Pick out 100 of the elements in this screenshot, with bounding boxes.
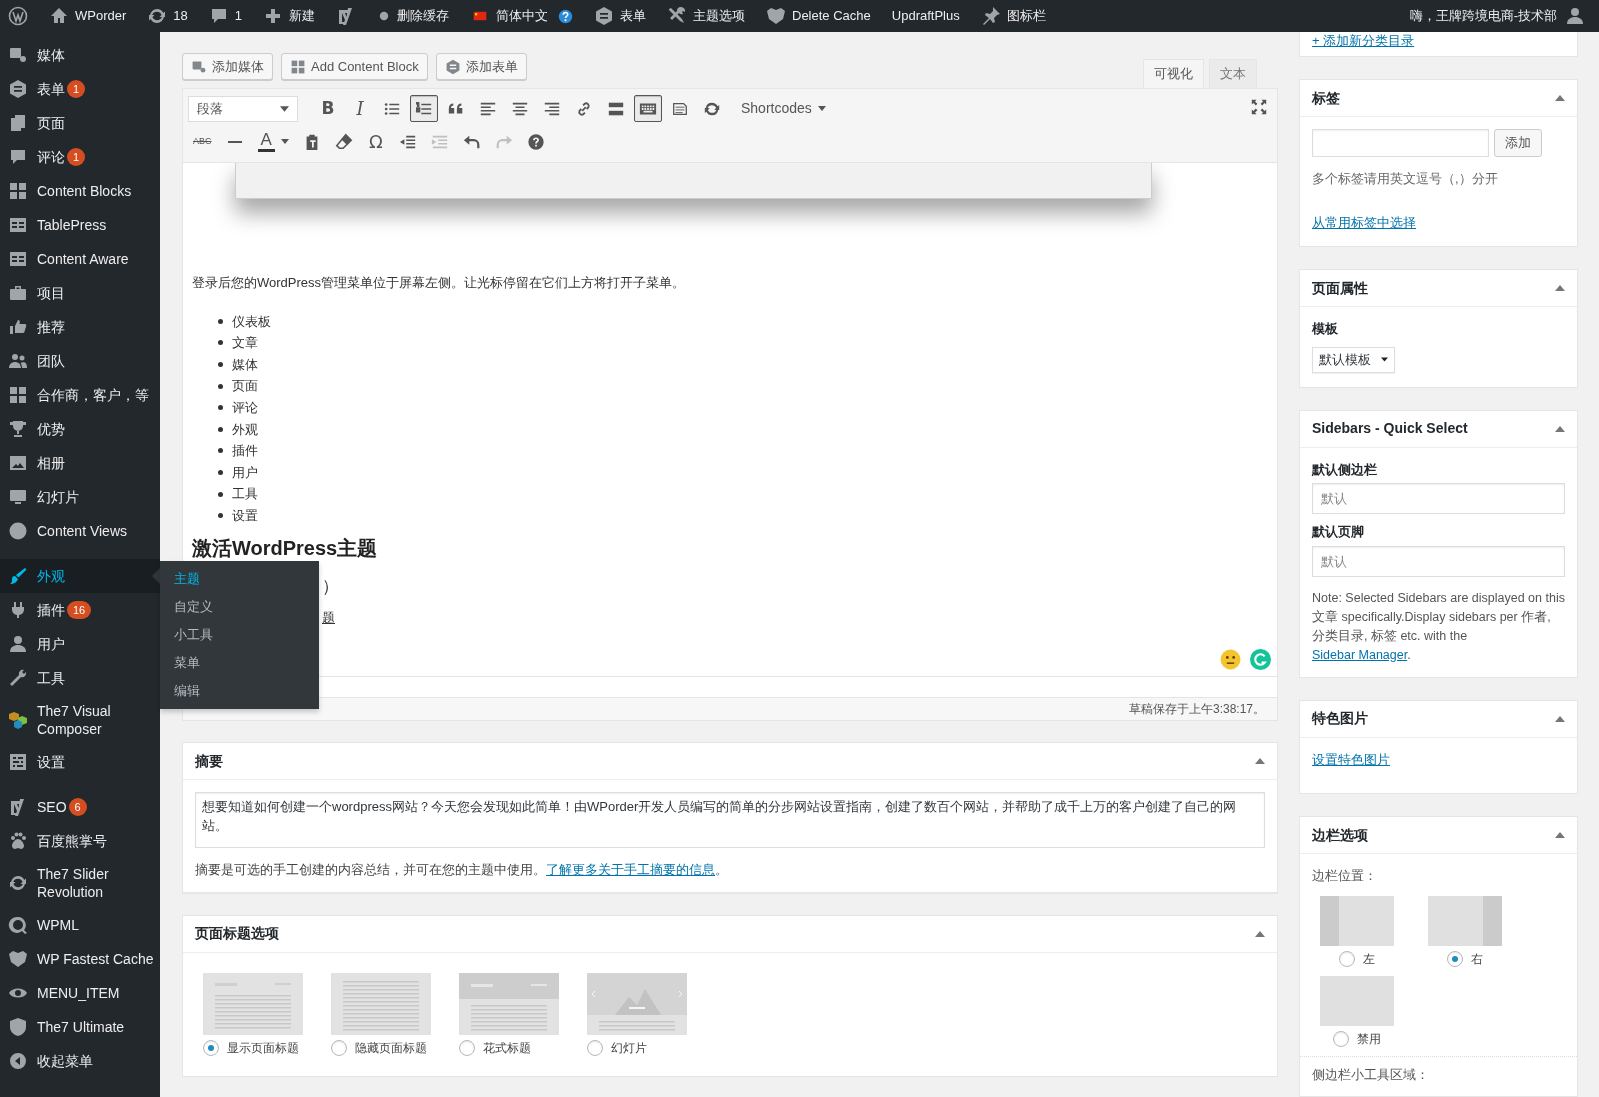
template-select[interactable]: 默认模板 [1312,346,1395,373]
admin-bar-link[interactable]: UpdraftPlus [891,6,960,26]
sidebar-note: Note: Selected Sidebars are displayed on this 文章 specifically.Display sidebars per 作者, 分类目录, 标签 etc. with the Sidebar Manager. [1312,589,1565,664]
sidebar-item[interactable]: 收起菜单 [0,1044,160,1078]
fullscreen-icon[interactable] [1251,99,1267,115]
sidebar-item[interactable]: WPML [0,908,160,942]
radio-button[interactable] [1333,1030,1349,1047]
sidebar-item[interactable]: 推荐 [0,310,160,344]
choose-tags-link[interactable]: 从常用标签中选择 [1312,212,1565,232]
admin-bar-link[interactable]: WPorder [75,6,127,26]
submenu-item[interactable]: 自定义 [160,593,319,621]
radio-button[interactable] [459,1039,475,1056]
toolbar-button[interactable]: I [346,95,374,122]
toggle-arrow-icon[interactable] [1555,285,1565,291]
sidebar-item[interactable]: 插件 16 [0,593,160,627]
toggle-arrow-icon[interactable] [1555,95,1565,101]
sidebar-item[interactable]: 用户 [0,627,160,661]
radio-button[interactable] [587,1039,603,1056]
submenu-item[interactable]: 编辑 [160,677,319,705]
sidebar-item[interactable]: SEO 6 [0,790,160,824]
add-tag-button[interactable]: 添加 [1494,129,1542,157]
submenu-item[interactable]: 菜单 [160,649,319,677]
sidebar-item[interactable]: 评论 1 [0,140,160,174]
radio-button[interactable] [203,1039,219,1056]
radio-button[interactable] [1339,950,1355,967]
hexagon-icon [444,58,461,75]
sidebar-item[interactable]: 外观 [0,559,160,593]
excerpt-field[interactable]: 想要知道如何创建一个wordpress网站？今天您会发现如此简单！由WPorder开发人员编写的简单的分步网站设置指南，创建了数百个网站，并帮助了成千上万的客户创建了自己的网站。 [195,792,1265,848]
status-dot-icon [377,9,391,23]
admin-bar-link[interactable]: 表单 [620,6,646,26]
toolbar-button[interactable]: B [314,95,342,122]
paragraph: 登录后您的WordPress管理菜单位于屏幕左侧。让光标停留在它们上方将打开子菜单。 [192,274,687,292]
sidebar-item[interactable]: 页面 [0,106,160,140]
editor-tab[interactable]: 文本 [1209,59,1257,88]
account-link[interactable]: 嗨，王牌跨境电商-技术部 [1409,6,1557,26]
table-icon [8,215,28,235]
toggle-arrow-icon[interactable] [1555,832,1565,838]
help-link[interactable]: 了解更多关于手工摘要的信息 [546,862,715,877]
editor-tab[interactable]: 可视化 [1143,59,1204,88]
radio-button[interactable] [1447,950,1463,967]
sidebar-item[interactable]: The7 Slider Revolution [0,858,160,908]
sidebar-item[interactable]: 设置 [0,745,160,779]
toggle-arrow-icon[interactable] [1555,425,1565,432]
sidebar-field[interactable]: 默认 [1312,483,1565,514]
sidebar-item[interactable]: 媒体 [0,38,160,72]
radio-button[interactable] [331,1039,347,1056]
sidebar-item[interactable]: Content Aware [0,242,160,276]
sidebar-item[interactable]: TablePress [0,208,160,242]
sidebar-item[interactable]: 合作商，客户，等 [0,378,160,412]
sidebar-item[interactable]: The7 Ultimate [0,1010,160,1044]
toolbar-button[interactable] [410,95,438,122]
sidebar-item[interactable]: 项目 [0,276,160,310]
admin-bar-link[interactable]: 1 [234,6,242,26]
admin-bar-link[interactable]: 简体中文 [496,6,548,26]
toggle-arrow-icon[interactable] [1255,758,1265,764]
paw-icon [8,831,28,851]
sidebar-item[interactable]: WP Fastest Cache [0,942,160,976]
sidebar-item[interactable]: Content Views [0,514,160,548]
sidebar-item[interactable]: 表单 1 [0,72,160,106]
toolbar-button[interactable]: A [252,128,294,155]
sidebar-manager-link[interactable]: Sidebar Manager [1312,647,1408,662]
media-button[interactable]: 添加媒体 [182,53,273,80]
sidebar-item[interactable]: 团队 [0,344,160,378]
set-featured-image-link[interactable]: 设置特色图片 [1312,749,1565,769]
sidebar-item[interactable]: Content Blocks [0,174,160,208]
panel-title: 页面标题选项 [195,924,279,943]
sidebar-item[interactable]: 优势 [0,412,160,446]
refresh-icon [147,6,168,26]
admin-bar-link[interactable]: 主题选项 [693,6,745,26]
help-icon [558,8,573,24]
list-item: 仪表板 [232,312,271,331]
toggle-arrow-icon[interactable] [1255,930,1265,937]
tag-input[interactable] [1312,129,1489,157]
toolbar-button[interactable]: Shortcodes [736,95,831,122]
admin-bar-link[interactable]: 删除缓存 [397,6,449,26]
admin-bar-link[interactable]: Delete Cache [792,6,871,26]
bullet-icon [218,405,223,411]
sidebar-item[interactable]: The7 Visual Composer [0,695,160,745]
sidebar-item[interactable]: 幻灯片 [0,480,160,514]
option-label: 右 [1471,950,1483,968]
sidebar-field[interactable]: 默认 [1312,545,1565,577]
sidebar-item[interactable]: MENU_ITEM [0,976,160,1010]
submenu-item[interactable]: 小工具 [160,621,319,649]
sidebar-item[interactable]: 相册 [0,446,160,480]
media-button[interactable]: Add Content Block [281,53,428,80]
bullet-icon [218,513,223,519]
media-button[interactable]: 添加表单 [435,53,527,80]
add-category-link[interactable]: + 添加新分类目录 [1312,32,1565,49]
admin-bar-link[interactable]: 新建 [289,6,315,26]
format-select[interactable]: 段落 [188,95,298,122]
sidebar-item[interactable]: 百度熊掌号 [0,824,160,858]
toggle-arrow-icon[interactable] [1555,715,1565,722]
sidebar-item[interactable]: 工具 [0,661,160,695]
emoji-icon[interactable] [1220,649,1241,670]
toolbar-button[interactable]: Ω [361,128,390,155]
admin-bar-link[interactable]: 18 [173,6,188,26]
toolbar-button[interactable]: ABC [188,128,217,155]
submenu-item[interactable]: 主题 [160,565,319,593]
admin-bar-link[interactable]: 图标栏 [1006,6,1046,26]
toolbar-button[interactable] [634,95,662,122]
